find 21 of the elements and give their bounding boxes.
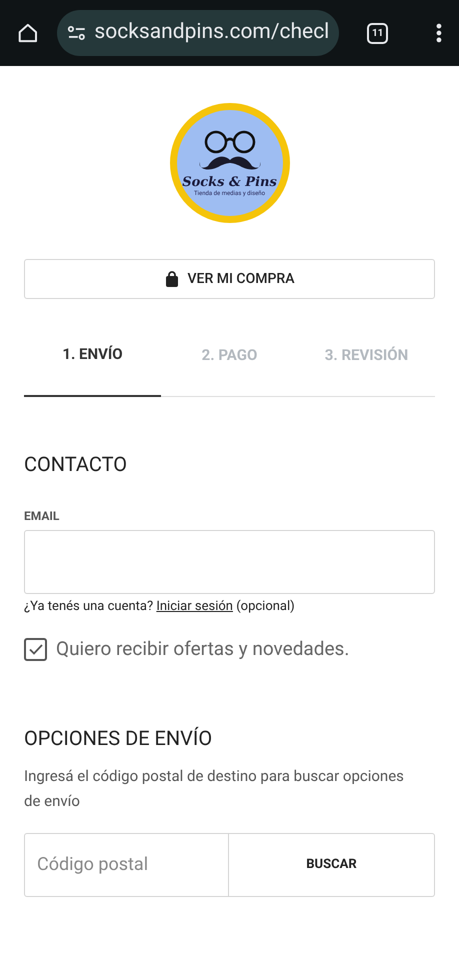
email-field[interactable] (24, 530, 435, 594)
tab-count-button[interactable]: 11 (367, 22, 388, 44)
email-label: EMAIL (24, 508, 60, 524)
shipping-heading: OPCIONES DE ENVÍO (24, 724, 214, 752)
home-icon[interactable] (17, 22, 39, 44)
check-icon (28, 644, 42, 655)
menu-icon[interactable] (436, 23, 442, 43)
postal-code-field[interactable]: Código postal (24, 832, 229, 896)
url-text: socksandpins.com/checl (94, 19, 330, 46)
shipping-description: Ingresá el código postal de destino para buscar opciones de envío (24, 766, 405, 812)
address-bar[interactable]: socksandpins.com/checl (56, 10, 340, 56)
contact-heading: CONTACTO (24, 450, 128, 478)
login-prompt: ¿Ya tenés una cuenta? Iniciar sesión (opcional) (24, 598, 296, 616)
step-tab[interactable]: 1. ENVÍO (24, 343, 161, 396)
search-button[interactable]: BUSCAR (229, 832, 435, 896)
login-link[interactable]: Iniciar sesión (156, 598, 233, 614)
site-settings-icon[interactable] (66, 25, 86, 41)
newsletter-label: Quiero recibir ofertas y novedades. (56, 636, 350, 662)
view-cart-button[interactable]: VER MI COMPRA (24, 259, 435, 299)
newsletter-checkbox[interactable] (24, 638, 47, 661)
logo-name: Socks & Pins (182, 176, 277, 188)
